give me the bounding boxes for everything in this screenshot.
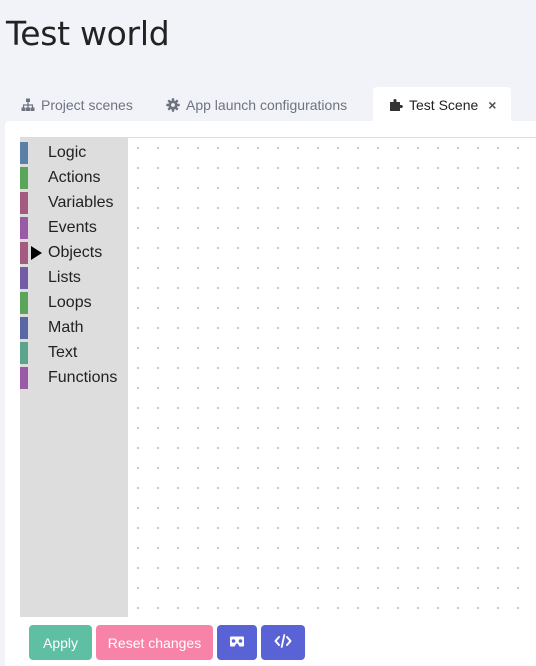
toolbox-category-actions[interactable]: Actions xyxy=(20,167,128,189)
gear-icon xyxy=(166,97,180,112)
tab-project-scenes[interactable]: Project scenes xyxy=(21,87,139,122)
blockly-workspace: Logic Actions Variables Events Objects L… xyxy=(20,137,536,617)
category-color-swatch xyxy=(20,342,28,364)
category-label: Functions xyxy=(48,369,118,386)
category-label: Lists xyxy=(48,269,81,286)
tab-label: Test Scene xyxy=(409,96,479,113)
code-view-button[interactable] xyxy=(261,625,305,660)
vr-view-button[interactable] xyxy=(217,625,257,660)
toolbox-category-text[interactable]: Text xyxy=(20,342,128,364)
toolbox-category-lists[interactable]: Lists xyxy=(20,267,128,289)
toolbox-category-events[interactable]: Events xyxy=(20,217,128,239)
category-color-swatch xyxy=(20,192,28,214)
category-label: Events xyxy=(48,219,97,236)
category-label: Variables xyxy=(48,194,114,211)
category-color-swatch xyxy=(20,292,28,314)
tab-bar: Project scenes App launch configurations xyxy=(0,87,536,122)
reset-changes-button[interactable]: Reset changes xyxy=(96,625,213,660)
category-color-swatch xyxy=(20,267,28,289)
tab-test-scene[interactable]: Test Scene × xyxy=(373,87,511,122)
tab-label: App launch configurations xyxy=(186,96,348,113)
page-title: Test world xyxy=(6,14,170,53)
close-icon[interactable]: × xyxy=(488,98,496,112)
puzzle-icon xyxy=(389,98,403,112)
category-label: Math xyxy=(48,319,84,336)
toolbox-category-functions[interactable]: Functions xyxy=(20,367,128,389)
vr-headset-icon xyxy=(229,635,245,651)
category-label: Actions xyxy=(48,169,101,186)
category-color-swatch xyxy=(20,367,28,389)
tab-app-launch-configurations[interactable]: App launch configurations xyxy=(166,87,356,122)
toolbox-category-loops[interactable]: Loops xyxy=(20,292,128,314)
category-color-swatch xyxy=(20,217,28,239)
category-color-swatch xyxy=(20,317,28,339)
blockly-toolbox: Logic Actions Variables Events Objects L… xyxy=(20,138,128,617)
category-color-swatch xyxy=(20,142,28,164)
toolbox-category-math[interactable]: Math xyxy=(20,317,128,339)
category-label: Loops xyxy=(48,294,92,311)
toolbox-category-objects[interactable]: Objects xyxy=(20,242,128,264)
category-label: Objects xyxy=(48,244,103,261)
expand-arrow-icon[interactable] xyxy=(31,246,42,260)
category-color-swatch xyxy=(20,167,28,189)
category-label: Logic xyxy=(48,144,87,161)
code-icon xyxy=(274,634,292,651)
apply-button[interactable]: Apply xyxy=(29,625,92,660)
category-label: Text xyxy=(48,344,78,361)
toolbox-category-variables[interactable]: Variables xyxy=(20,192,128,214)
tab-label: Project scenes xyxy=(41,96,133,113)
sitemap-icon xyxy=(21,98,35,112)
category-color-swatch xyxy=(20,242,28,264)
toolbox-category-logic[interactable]: Logic xyxy=(20,142,128,164)
workspace-canvas[interactable] xyxy=(128,138,536,617)
